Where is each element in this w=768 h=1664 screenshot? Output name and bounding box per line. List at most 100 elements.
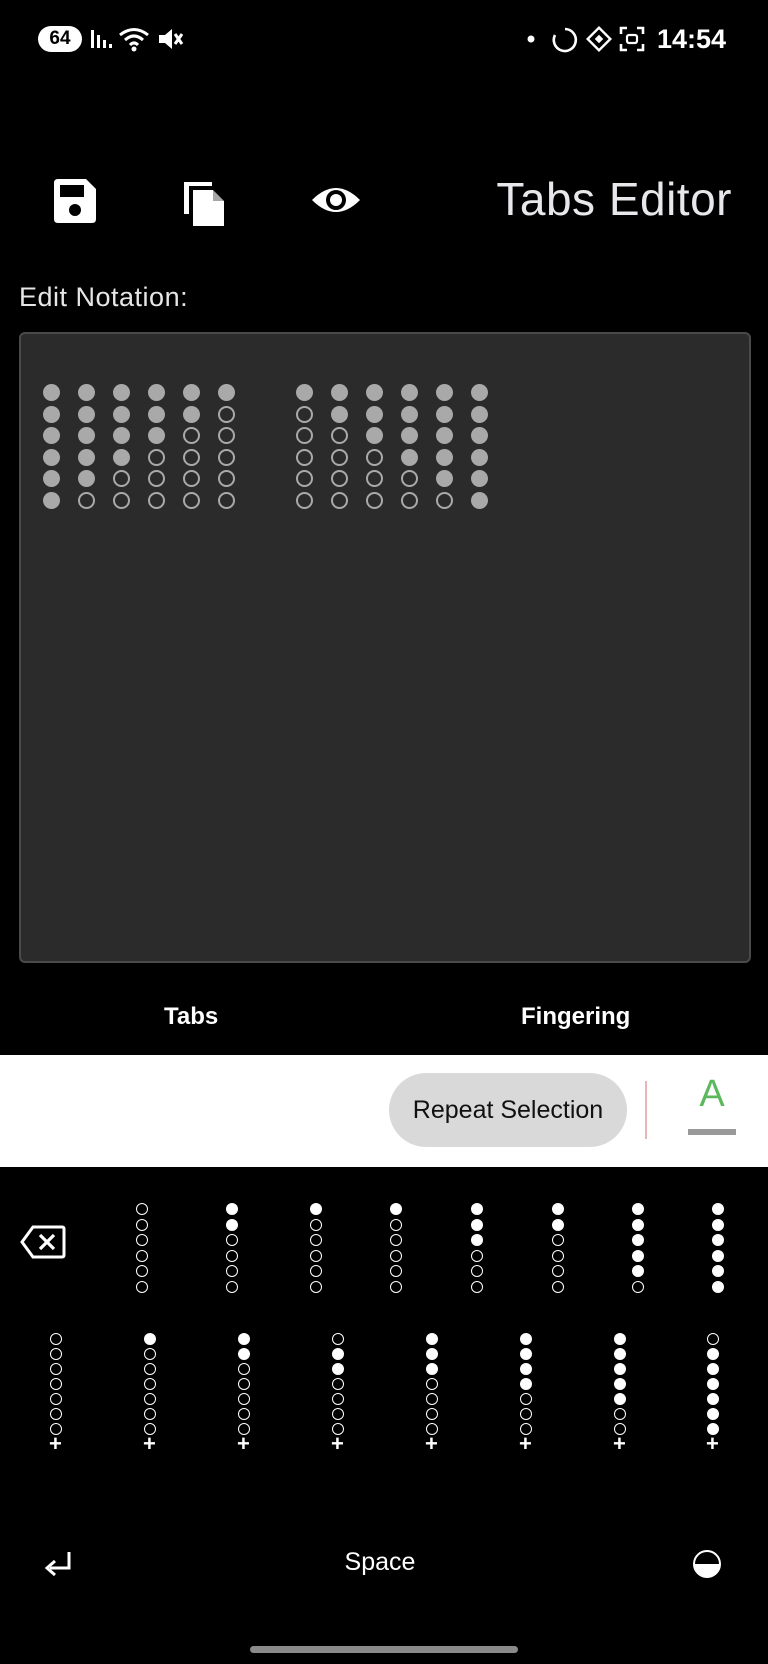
- fingering-key-plus[interactable]: +: [514, 1327, 538, 1467]
- fingering-key-plus[interactable]: +: [232, 1327, 256, 1467]
- key-hole-open: [332, 1333, 344, 1345]
- key-hole-closed: [712, 1234, 724, 1246]
- fingering-key-plus[interactable]: +: [608, 1327, 632, 1467]
- fingering-key[interactable]: [626, 1187, 650, 1297]
- key-hole-closed: [712, 1280, 724, 1293]
- notation-hole-open: [218, 491, 235, 509]
- fingering-key-plus[interactable]: +: [326, 1327, 350, 1467]
- notation-hole-open: [148, 470, 165, 487]
- copy-icon[interactable]: [180, 176, 228, 230]
- key-hole-open: [426, 1393, 438, 1405]
- key-hole-open: [136, 1265, 148, 1277]
- plus-mark: +: [237, 1431, 250, 1456]
- repeat-selection-button[interactable]: Repeat Selection: [389, 1073, 627, 1147]
- notation-hole-open: [331, 491, 348, 509]
- key-hole-open: [552, 1280, 564, 1293]
- key-hole-closed: [310, 1203, 322, 1215]
- app-title: Tabs Editor: [496, 173, 732, 225]
- backspace-icon[interactable]: [20, 1224, 66, 1260]
- space-key[interactable]: Space: [300, 1548, 460, 1577]
- key-hole-open: [144, 1348, 156, 1360]
- notation-hole-closed: [78, 448, 95, 466]
- key-hole-closed: [712, 1249, 724, 1262]
- fingering-key[interactable]: [465, 1187, 489, 1297]
- notation-hole-closed: [436, 448, 453, 466]
- notation-hole-open: [296, 405, 313, 423]
- key-hole-closed: [632, 1265, 644, 1277]
- key-hole-open: [614, 1408, 626, 1420]
- plus-mark: +: [706, 1431, 719, 1456]
- status-bar: 64 14:54: [0, 0, 768, 80]
- notation-hole-closed: [218, 384, 235, 401]
- notation-hole-open: [366, 448, 383, 466]
- fingering-key[interactable]: [220, 1187, 244, 1297]
- key-hole-open: [226, 1265, 238, 1277]
- fingering-key[interactable]: [304, 1187, 328, 1297]
- notation-hole-closed: [436, 405, 453, 423]
- fingering-key-plus[interactable]: +: [701, 1327, 725, 1467]
- key-hole-closed: [707, 1393, 719, 1405]
- notation-hole-closed: [43, 384, 60, 401]
- key-hole-closed: [707, 1348, 719, 1360]
- key-hole-closed: [390, 1203, 402, 1215]
- key-hole-open: [390, 1234, 402, 1246]
- notation-hole-open: [218, 470, 235, 487]
- navigation-handle[interactable]: [250, 1646, 518, 1653]
- fingering-key[interactable]: [384, 1187, 408, 1297]
- plus-mark: +: [143, 1431, 156, 1456]
- key-hole-open: [50, 1408, 62, 1420]
- fingering-key[interactable]: [546, 1187, 570, 1297]
- edit-notation-label: Edit Notation:: [19, 282, 189, 312]
- notation-hole-closed: [43, 405, 60, 423]
- notation-hole-closed: [113, 384, 130, 401]
- font-color-underline: [688, 1129, 736, 1135]
- notification-dot-icon: [527, 35, 535, 43]
- save-icon[interactable]: [50, 177, 98, 225]
- key-hole-open: [520, 1393, 532, 1405]
- view-icon[interactable]: [309, 180, 363, 220]
- notation-hole-closed: [471, 405, 488, 423]
- notation-editor[interactable]: [19, 332, 751, 963]
- notation-hole-open: [366, 470, 383, 487]
- tab-tabs[interactable]: Tabs: [164, 1003, 218, 1031]
- notation-hole-open: [296, 448, 313, 466]
- notation-hole-closed: [401, 384, 418, 401]
- keyboard: + + + + + + + +: [0, 1167, 768, 1664]
- notation-hole-open: [113, 470, 130, 487]
- key-hole-open: [332, 1408, 344, 1420]
- key-hole-closed: [471, 1203, 483, 1215]
- key-hole-open: [310, 1234, 322, 1246]
- fingering-key-plus[interactable]: +: [138, 1327, 162, 1467]
- key-hole-open: [707, 1333, 719, 1345]
- notation-hole-closed: [296, 384, 313, 401]
- key-hole-open: [238, 1363, 250, 1375]
- key-hole-closed: [632, 1234, 644, 1246]
- battery-badge: 64: [38, 26, 82, 52]
- fingering-key-plus[interactable]: +: [44, 1327, 68, 1467]
- notation-hole-open: [331, 427, 348, 444]
- notation-hole-closed: [471, 427, 488, 444]
- key-hole-open: [552, 1249, 564, 1262]
- plus-mark: +: [613, 1431, 626, 1456]
- key-hole-closed: [614, 1393, 626, 1405]
- font-color-button[interactable]: A: [686, 1073, 738, 1143]
- key-hole-closed: [614, 1363, 626, 1375]
- notation-hole-closed: [436, 427, 453, 444]
- plus-mark: +: [49, 1431, 62, 1456]
- theme-toggle-icon[interactable]: [692, 1549, 722, 1579]
- notation-hole-open: [148, 448, 165, 466]
- notation-hole-open: [401, 470, 418, 487]
- key-hole-open: [238, 1393, 250, 1405]
- fingering-key-plus[interactable]: +: [420, 1327, 444, 1467]
- fingering-key[interactable]: [706, 1187, 730, 1297]
- notation-hole-closed: [471, 470, 488, 487]
- key-hole-open: [390, 1280, 402, 1293]
- tab-fingering[interactable]: Fingering: [521, 1003, 630, 1031]
- key-hole-closed: [712, 1265, 724, 1277]
- key-hole-open: [552, 1265, 564, 1277]
- enter-icon[interactable]: [42, 1548, 76, 1582]
- key-hole-open: [144, 1393, 156, 1405]
- key-hole-closed: [712, 1218, 724, 1231]
- signal-bars-icon: [91, 30, 112, 48]
- fingering-key[interactable]: [130, 1187, 154, 1297]
